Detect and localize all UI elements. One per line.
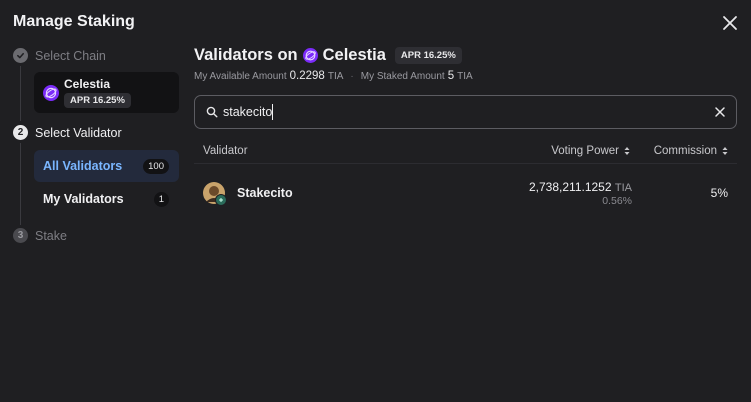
validator-avatar — [203, 182, 227, 206]
column-voting-power[interactable]: Voting Power — [551, 145, 630, 157]
nav-all-validators[interactable]: All Validators 100 — [34, 150, 179, 182]
page-title: Validators on Celestia APR 16.25% — [194, 46, 462, 65]
voting-power-unit: TIA — [614, 182, 632, 194]
voting-power-share: 0.56% — [602, 195, 632, 207]
validator-name: Stakecito — [237, 186, 293, 200]
staked-label: My Staked Amount — [360, 71, 445, 82]
voting-power-value: 2,738,211.1252 — [529, 180, 612, 194]
nav-my-validators[interactable]: My Validators 1 — [34, 183, 179, 215]
separator-dot: · — [350, 71, 354, 82]
staked-value: 5 — [447, 70, 455, 82]
table-row[interactable]: Stakecito 2,738,211.1252 TIA 0.56% 5% — [194, 172, 737, 214]
modal-title: Manage Staking — [13, 13, 135, 30]
column-commission[interactable]: Commission — [654, 145, 728, 157]
title-prefix: Validators on — [194, 46, 298, 64]
close-icon[interactable] — [721, 14, 739, 32]
table-header: Validator Voting Power Commission — [194, 139, 737, 164]
step-label: Select Validator — [35, 125, 122, 140]
column-validator: Validator — [203, 145, 248, 157]
step-number: 2 — [13, 125, 28, 140]
search-input[interactable] — [223, 103, 703, 121]
step-number: 3 — [13, 228, 28, 243]
voting-power-cell: 2,738,211.1252 TIA 0.56% — [529, 180, 632, 207]
available-unit: TIA — [327, 71, 344, 82]
count-badge: 1 — [153, 192, 169, 207]
staked-unit: TIA — [457, 71, 473, 82]
step-select-validator[interactable]: 2 Select Validator — [13, 125, 122, 140]
column-label: Validator — [203, 145, 248, 157]
step-connector — [20, 143, 21, 225]
sort-icon[interactable] — [722, 146, 728, 156]
celestia-logo-icon — [302, 48, 318, 63]
sort-icon[interactable] — [624, 146, 630, 156]
step-label: Select Chain — [35, 48, 106, 63]
commission-value: 5% — [710, 186, 728, 200]
nav-label: My Validators — [43, 192, 124, 206]
search-icon — [206, 106, 218, 118]
step-label: Stake — [35, 228, 67, 243]
nav-label: All Validators — [43, 159, 123, 173]
step-connector — [20, 66, 21, 121]
count-badge: 100 — [143, 159, 169, 174]
apr-badge: APR 16.25% — [394, 47, 462, 64]
column-label: Commission — [653, 145, 717, 157]
chain-name: Celestia — [64, 77, 111, 91]
celestia-logo-icon — [43, 85, 59, 101]
column-label: Voting Power — [551, 145, 619, 157]
step-stake[interactable]: 3 Stake — [13, 228, 67, 243]
validator-search[interactable] — [194, 95, 737, 129]
balance-summary: My Available Amount 0.2298 TIA · My Stak… — [194, 70, 473, 82]
text-cursor — [272, 104, 273, 120]
step-select-chain[interactable]: Select Chain — [13, 48, 106, 63]
chain-apr-badge: APR 16.25% — [64, 93, 131, 108]
voting-power-amount: 2,738,211.1252 TIA — [529, 180, 632, 194]
available-label: My Available Amount — [194, 71, 287, 82]
check-icon — [13, 48, 28, 63]
available-value: 0.2298 — [289, 70, 325, 82]
title-chain: Celestia — [322, 46, 386, 64]
manage-staking-modal: Manage Staking Select Chain Celestia APR… — [0, 0, 751, 402]
clear-icon[interactable] — [714, 106, 726, 118]
